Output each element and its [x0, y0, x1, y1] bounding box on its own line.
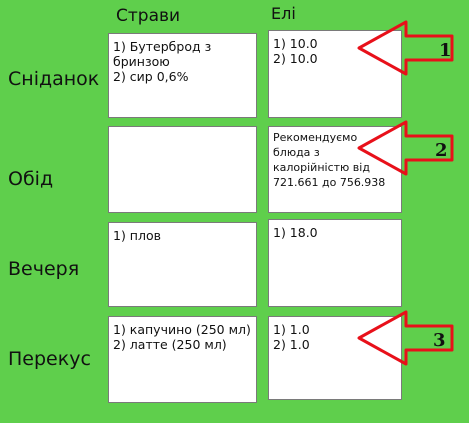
annotation-arrow-1: 1 — [357, 20, 454, 76]
meal-label-breakfast: Сніданок — [8, 68, 100, 90]
eaten-item: 1) 18.0 — [273, 225, 318, 240]
eaten-column-header: Елі — [271, 4, 296, 23]
dish-item: 1) плов — [113, 228, 161, 243]
annotation-number-3: 3 — [433, 330, 446, 351]
annotation-arrow-3: 3 — [357, 310, 454, 366]
snack-dishes-box[interactable]: 1) капучино (250 мл) 2) латте (250 мл) — [108, 316, 257, 403]
dish-item: 2) сир 0,6% — [113, 69, 189, 84]
dish-item: 2) латте (250 мл) — [113, 337, 227, 352]
annotation-arrow-2: 2 — [357, 120, 454, 176]
breakfast-dishes-box[interactable]: 1) Бутерброд з бринзою 2) сир 0,6% — [108, 33, 257, 118]
dishes-column-header: Страви — [116, 6, 181, 26]
dish-item: 1) капучино (250 мл) — [113, 322, 251, 337]
annotation-number-2: 2 — [435, 140, 448, 161]
meal-label-snack: Перекус — [8, 348, 91, 370]
lunch-dishes-box[interactable] — [108, 126, 257, 213]
meal-label-dinner: Вечеря — [8, 258, 80, 280]
dish-item: 1) Бутерброд з бринзою — [113, 39, 216, 69]
dinner-eaten-box[interactable]: 1) 18.0 — [268, 219, 402, 307]
dinner-dishes-box[interactable]: 1) плов — [108, 222, 257, 307]
annotation-number-1: 1 — [439, 40, 452, 61]
meal-label-lunch: Обід — [8, 168, 54, 190]
